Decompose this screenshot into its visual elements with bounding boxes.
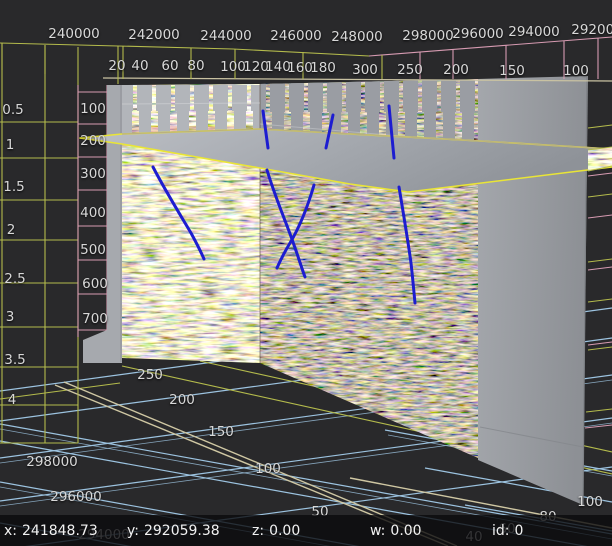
seismic-3d-viewport[interactable]: 240000 242000 244000 246000 248000 298000 2960…: [0, 0, 612, 546]
seismic-section-crossline[interactable]: [110, 70, 275, 375]
status-y: y: 292059.38: [127, 523, 220, 539]
status-w: w: 0.00: [370, 523, 422, 539]
status-bar: x: 241848.73 y: 292059.38 z: 0.00 w: 0.00 id…: [0, 515, 612, 546]
status-z: z: 0.00: [252, 523, 301, 539]
scene-canvas[interactable]: [0, 0, 612, 546]
status-x: x: 241848.73: [4, 523, 98, 539]
status-id: id: 0: [492, 523, 524, 539]
section-backside-panel[interactable]: [478, 75, 588, 506]
